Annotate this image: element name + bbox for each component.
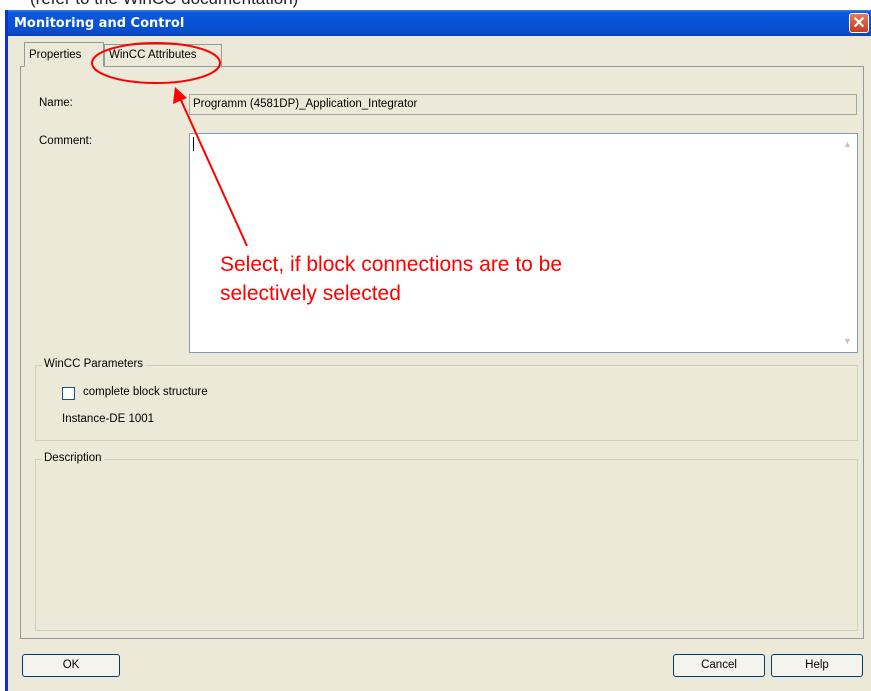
close-button[interactable]: ✕ bbox=[849, 13, 869, 33]
instance-text: Instance-DE 1001 bbox=[62, 413, 155, 425]
complete-block-structure-checkbox[interactable] bbox=[62, 387, 75, 400]
top-caption: (refer to the WinCC documentation) bbox=[30, 0, 298, 9]
dialog-window: Monitoring and Control ✕ Properties WinC… bbox=[5, 10, 871, 691]
wincc-parameters-group: WinCC Parameters complete block structur… bbox=[35, 358, 858, 441]
tab-wincc-attributes-label: WinCC Attributes bbox=[109, 49, 197, 61]
comment-textarea[interactable]: ▲ ▼ bbox=[189, 133, 858, 353]
annotation-callout: Select, if block connections are to be s… bbox=[220, 250, 562, 308]
ok-button[interactable]: OK bbox=[22, 654, 120, 677]
window-title: Monitoring and Control bbox=[14, 16, 185, 31]
help-button[interactable]: Help bbox=[771, 654, 863, 677]
scroll-down-arrow-icon[interactable]: ▼ bbox=[840, 334, 855, 349]
comment-label: Comment: bbox=[39, 135, 93, 147]
tab-wincc-attributes[interactable]: WinCC Attributes bbox=[104, 44, 222, 66]
text-caret bbox=[193, 137, 194, 151]
close-icon: ✕ bbox=[852, 15, 866, 32]
properties-panel: Name: Programm (4581DP)_Application_Inte… bbox=[20, 66, 864, 639]
name-label: Name: bbox=[39, 97, 73, 109]
title-bar[interactable]: Monitoring and Control ✕ bbox=[8, 10, 871, 36]
name-field: Programm (4581DP)_Application_Integrator bbox=[189, 94, 857, 115]
tab-properties[interactable]: Properties bbox=[24, 42, 104, 67]
annotation-line-1: Select, if block connections are to be bbox=[220, 253, 563, 276]
scroll-up-arrow-icon[interactable]: ▲ bbox=[840, 137, 855, 152]
description-legend: Description bbox=[42, 452, 104, 464]
complete-block-structure-label[interactable]: complete block structure bbox=[83, 386, 208, 398]
cancel-button[interactable]: Cancel bbox=[673, 654, 765, 677]
tab-properties-label: Properties bbox=[29, 49, 82, 61]
annotation-line-2: selectively selected bbox=[220, 282, 401, 305]
description-group: Description bbox=[35, 452, 858, 631]
wincc-parameters-legend: WinCC Parameters bbox=[42, 358, 146, 370]
